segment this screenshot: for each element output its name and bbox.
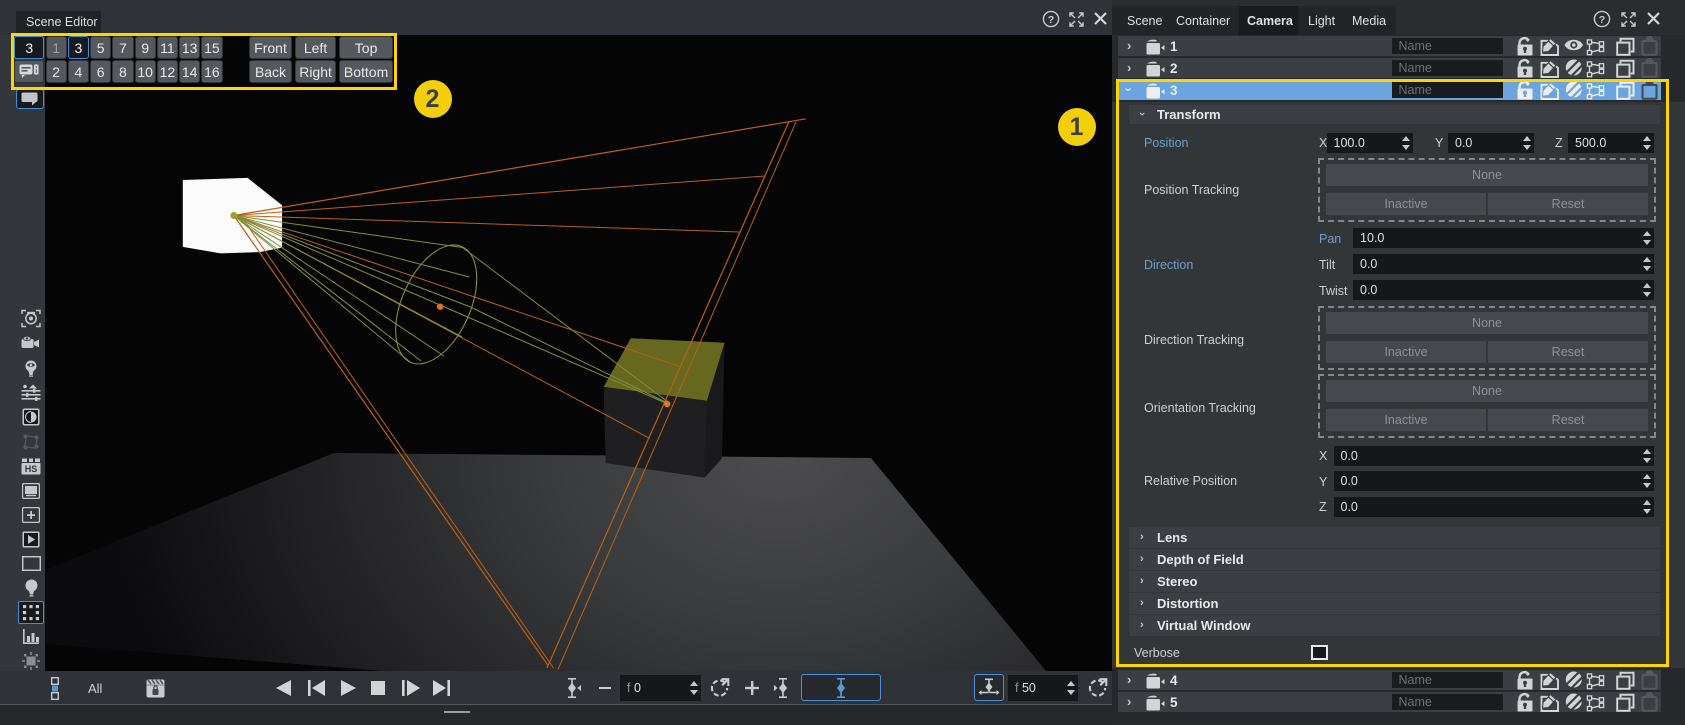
svg-text:HS: HS — [25, 464, 38, 474]
svg-text:?: ? — [1048, 14, 1054, 26]
svg-text:?: ? — [1599, 14, 1605, 26]
